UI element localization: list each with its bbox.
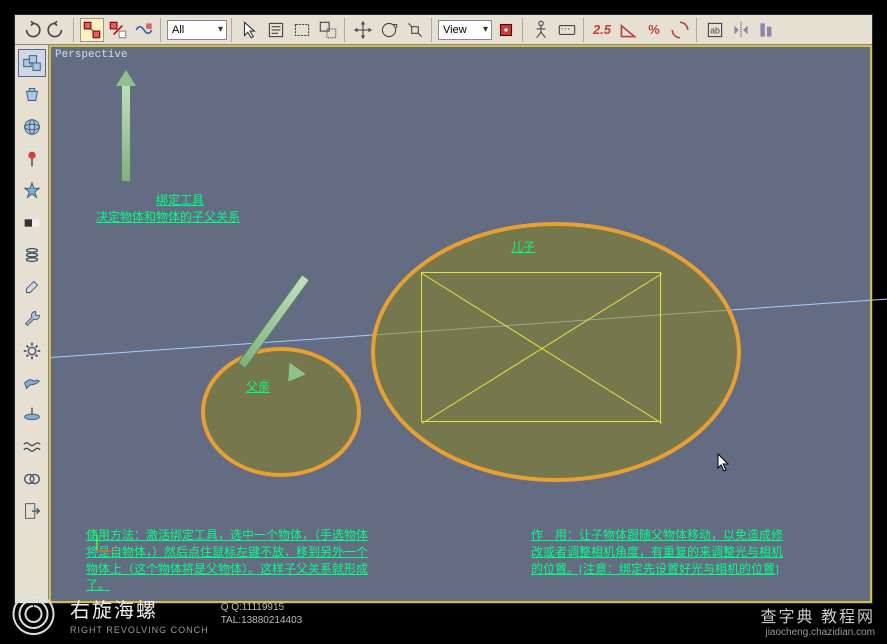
align-button[interactable] [755, 18, 779, 42]
watermark-line2: jiaocheng.chazidian.com [761, 627, 875, 638]
wrench-button[interactable] [18, 305, 46, 333]
brand-tel: TAL:13880214403 [221, 615, 303, 626]
select-by-name-button[interactable] [264, 18, 288, 42]
mirror-button[interactable] [729, 18, 753, 42]
move-button[interactable] [351, 18, 375, 42]
father-ellipse [201, 347, 361, 477]
watermark-line1: 查字典 教程网 [761, 603, 875, 627]
knot-button[interactable] [18, 465, 46, 493]
exit-button[interactable] [18, 497, 46, 525]
undo-button[interactable] [19, 18, 43, 42]
svg-text:x: x [113, 545, 116, 551]
purpose-title: 作 用： [531, 528, 579, 542]
usage-text: 使用方法：激活绑定工具，选中一个物体，（手选物体将是自物体，）然后点住鼠标左键不… [86, 527, 376, 594]
link-button[interactable] [80, 18, 104, 42]
father-label: 父亲 [246, 379, 270, 396]
window-crossing-button[interactable] [316, 18, 340, 42]
redo-button[interactable] [45, 18, 69, 42]
reference-coord-value: View [443, 24, 467, 36]
scale-button[interactable] [403, 18, 427, 42]
viewport[interactable]: Perspective 儿子 父亲 绑定工具 决定物体和物体的子父关系 使用方法… [49, 45, 872, 603]
brand-qq: Q Q:11119915 [221, 602, 303, 613]
corner-watermark: 查字典 教程网 jiaocheng.chazidian.com [761, 603, 875, 638]
angle-snap-button[interactable] [616, 18, 640, 42]
wave-button[interactable] [18, 433, 46, 461]
box-primitive-button[interactable] [18, 49, 46, 77]
sphere-primitive-button[interactable] [18, 113, 46, 141]
brand-bar: 右旋海螺 RIGHT REVOLVING CONCH Q Q:11119915 … [10, 590, 302, 638]
use-center-button[interactable] [494, 18, 518, 42]
snap-toggle-button[interactable]: 2.5 [590, 18, 614, 42]
son-label: 儿子 [511, 239, 535, 256]
viewport-label: Perspective [55, 49, 128, 61]
top-toolbar: All View 2.5 % ab [15, 15, 872, 45]
camera-wireframe [421, 272, 661, 422]
spinner-snap-button[interactable] [668, 18, 692, 42]
snap-value: 2.5 [593, 22, 611, 37]
bind-spacewarp-button[interactable] [132, 18, 156, 42]
manipulate-button[interactable] [529, 18, 553, 42]
app-frame: All View 2.5 % ab [14, 14, 873, 604]
selection-filter-value: All [172, 24, 184, 36]
rectangular-select-button[interactable] [290, 18, 314, 42]
brand-title: 右旋海螺 [70, 594, 209, 623]
selection-filter-dropdown[interactable]: All [167, 20, 227, 40]
purpose-text: 作 用：让子物体跟随父物体移动，以免造成修改或者调整相机角度，有重复的来调整光与… [531, 527, 791, 577]
checker-button[interactable] [18, 209, 46, 237]
axis-gizmo-icon: z x [89, 529, 119, 559]
teapot-primitive-button[interactable] [18, 81, 46, 109]
pushpin-button[interactable] [18, 145, 46, 173]
svg-text:z: z [93, 531, 96, 537]
svg-text:ab: ab [710, 25, 720, 35]
reference-coord-dropdown[interactable]: View [438, 20, 492, 40]
cursor-icon [716, 452, 732, 477]
bird-button[interactable] [18, 369, 46, 397]
eraser-button[interactable] [18, 273, 46, 301]
tool-desc-label: 决定物体和物体的子父关系 [96, 209, 240, 226]
brush-button[interactable] [18, 401, 46, 429]
helix-button[interactable] [18, 241, 46, 269]
tool-title-label: 绑定工具 [156, 192, 204, 209]
percent-snap-button[interactable]: % [642, 18, 666, 42]
left-toolbar [15, 45, 49, 603]
unlink-button[interactable] [106, 18, 130, 42]
keyboard-shortcut-button[interactable] [555, 18, 579, 42]
named-selection-button[interactable]: ab [703, 18, 727, 42]
brand-logo-icon [10, 590, 58, 638]
select-object-button[interactable] [238, 18, 262, 42]
brand-subtitle: RIGHT REVOLVING CONCH [70, 625, 209, 635]
gear-button[interactable] [18, 337, 46, 365]
rotate-button[interactable] [377, 18, 401, 42]
star-shape-button[interactable] [18, 177, 46, 205]
